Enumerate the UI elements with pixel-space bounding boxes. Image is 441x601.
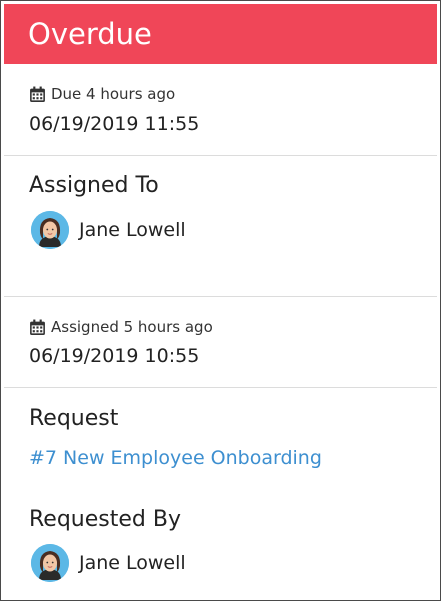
request-link[interactable]: #7 New Employee Onboarding — [29, 447, 322, 469]
divider — [4, 155, 437, 156]
requester[interactable]: Jane Lowell — [31, 544, 186, 582]
status-banner: Overdue — [4, 4, 437, 64]
calendar-icon — [30, 86, 45, 102]
divider — [4, 387, 437, 388]
assigned-relative-text: Assigned 5 hours ago — [51, 318, 213, 336]
status-label: Overdue — [28, 17, 152, 51]
task-details-panel: Overdue Due 4 hours ago 06/19/2019 11:55… — [0, 0, 441, 601]
avatar — [31, 211, 69, 249]
due-relative-text: Due 4 hours ago — [51, 85, 176, 103]
request-heading: Request — [29, 406, 119, 431]
assigned-to-heading: Assigned To — [29, 173, 159, 198]
requested-by-heading: Requested By — [29, 507, 181, 532]
due-meta: Due 4 hours ago — [29, 85, 175, 103]
assignee[interactable]: Jane Lowell — [31, 211, 186, 249]
avatar — [31, 544, 69, 582]
calendar-icon — [30, 319, 45, 335]
assignee-name: Jane Lowell — [79, 219, 186, 241]
due-datetime: 06/19/2019 11:55 — [29, 113, 200, 135]
requester-name: Jane Lowell — [79, 552, 186, 574]
assigned-meta: Assigned 5 hours ago — [29, 318, 213, 336]
divider — [4, 296, 437, 297]
assigned-datetime: 06/19/2019 10:55 — [29, 345, 200, 367]
